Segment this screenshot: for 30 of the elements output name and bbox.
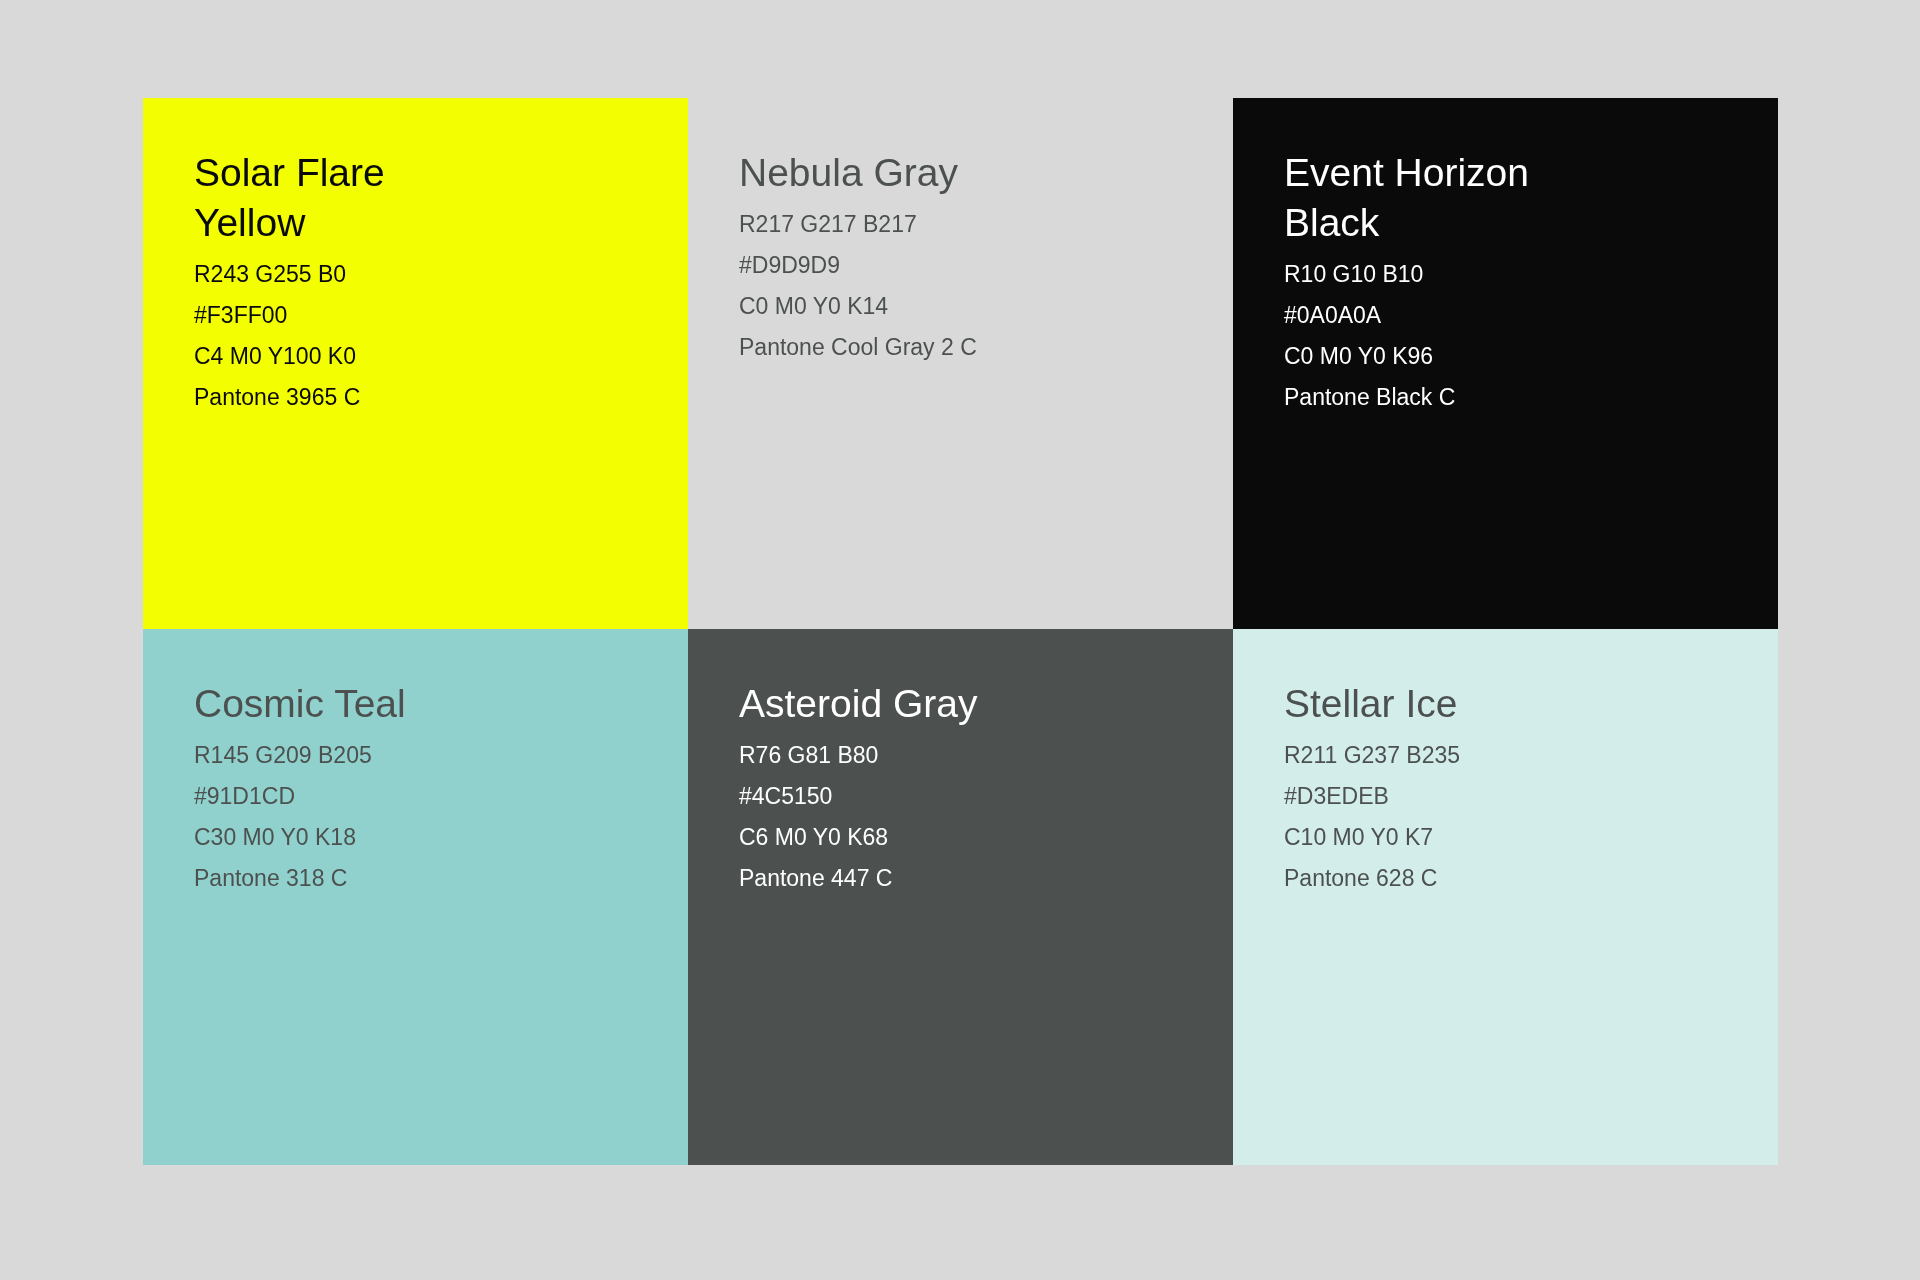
color-spec: Pantone 318 C <box>194 864 348 893</box>
color-spec: R145 G209 B205 <box>194 741 372 770</box>
color-name: Asteroid Gray <box>739 681 978 727</box>
color-spec: Pantone 628 C <box>1284 864 1438 893</box>
color-spec: R217 G217 B217 <box>739 210 917 239</box>
color-spec: Pantone Black C <box>1284 383 1456 412</box>
color-spec: C10 M0 Y0 K7 <box>1284 823 1434 852</box>
color-name: Nebula Gray <box>739 150 958 196</box>
color-name: Cosmic Teal <box>194 681 406 727</box>
color-spec: C0 M0 Y0 K96 <box>1284 342 1434 371</box>
color-spec: R76 G81 B80 <box>739 741 879 770</box>
color-spec: C0 M0 Y0 K14 <box>739 292 889 321</box>
color-spec: C4 M0 Y100 K0 <box>194 342 356 371</box>
color-spec: #D9D9D9 <box>739 251 840 280</box>
color-name: Solar Flare Yellow <box>194 150 386 246</box>
color-spec: R211 G237 B235 <box>1284 741 1461 770</box>
color-spec: #D3EDEB <box>1284 782 1389 811</box>
color-spec: #F3FF00 <box>194 301 288 330</box>
color-spec: R243 G255 B0 <box>194 260 347 289</box>
color-name: Event Horizon Black <box>1284 150 1530 246</box>
color-spec: Pantone 447 C <box>739 864 893 893</box>
color-spec: C6 M0 Y0 K68 <box>739 823 889 852</box>
color-name: Stellar Ice <box>1284 681 1458 727</box>
color-spec: #0A0A0A <box>1284 301 1382 330</box>
color-spec: Pantone 3965 C <box>194 383 361 412</box>
color-spec: #4C5150 <box>739 782 833 811</box>
color-spec: C30 M0 Y0 K18 <box>194 823 356 852</box>
color-spec: Pantone Cool Gray 2 C <box>739 333 977 362</box>
color-spec: R10 G10 B10 <box>1284 260 1424 289</box>
color-spec: #91D1CD <box>194 782 295 811</box>
